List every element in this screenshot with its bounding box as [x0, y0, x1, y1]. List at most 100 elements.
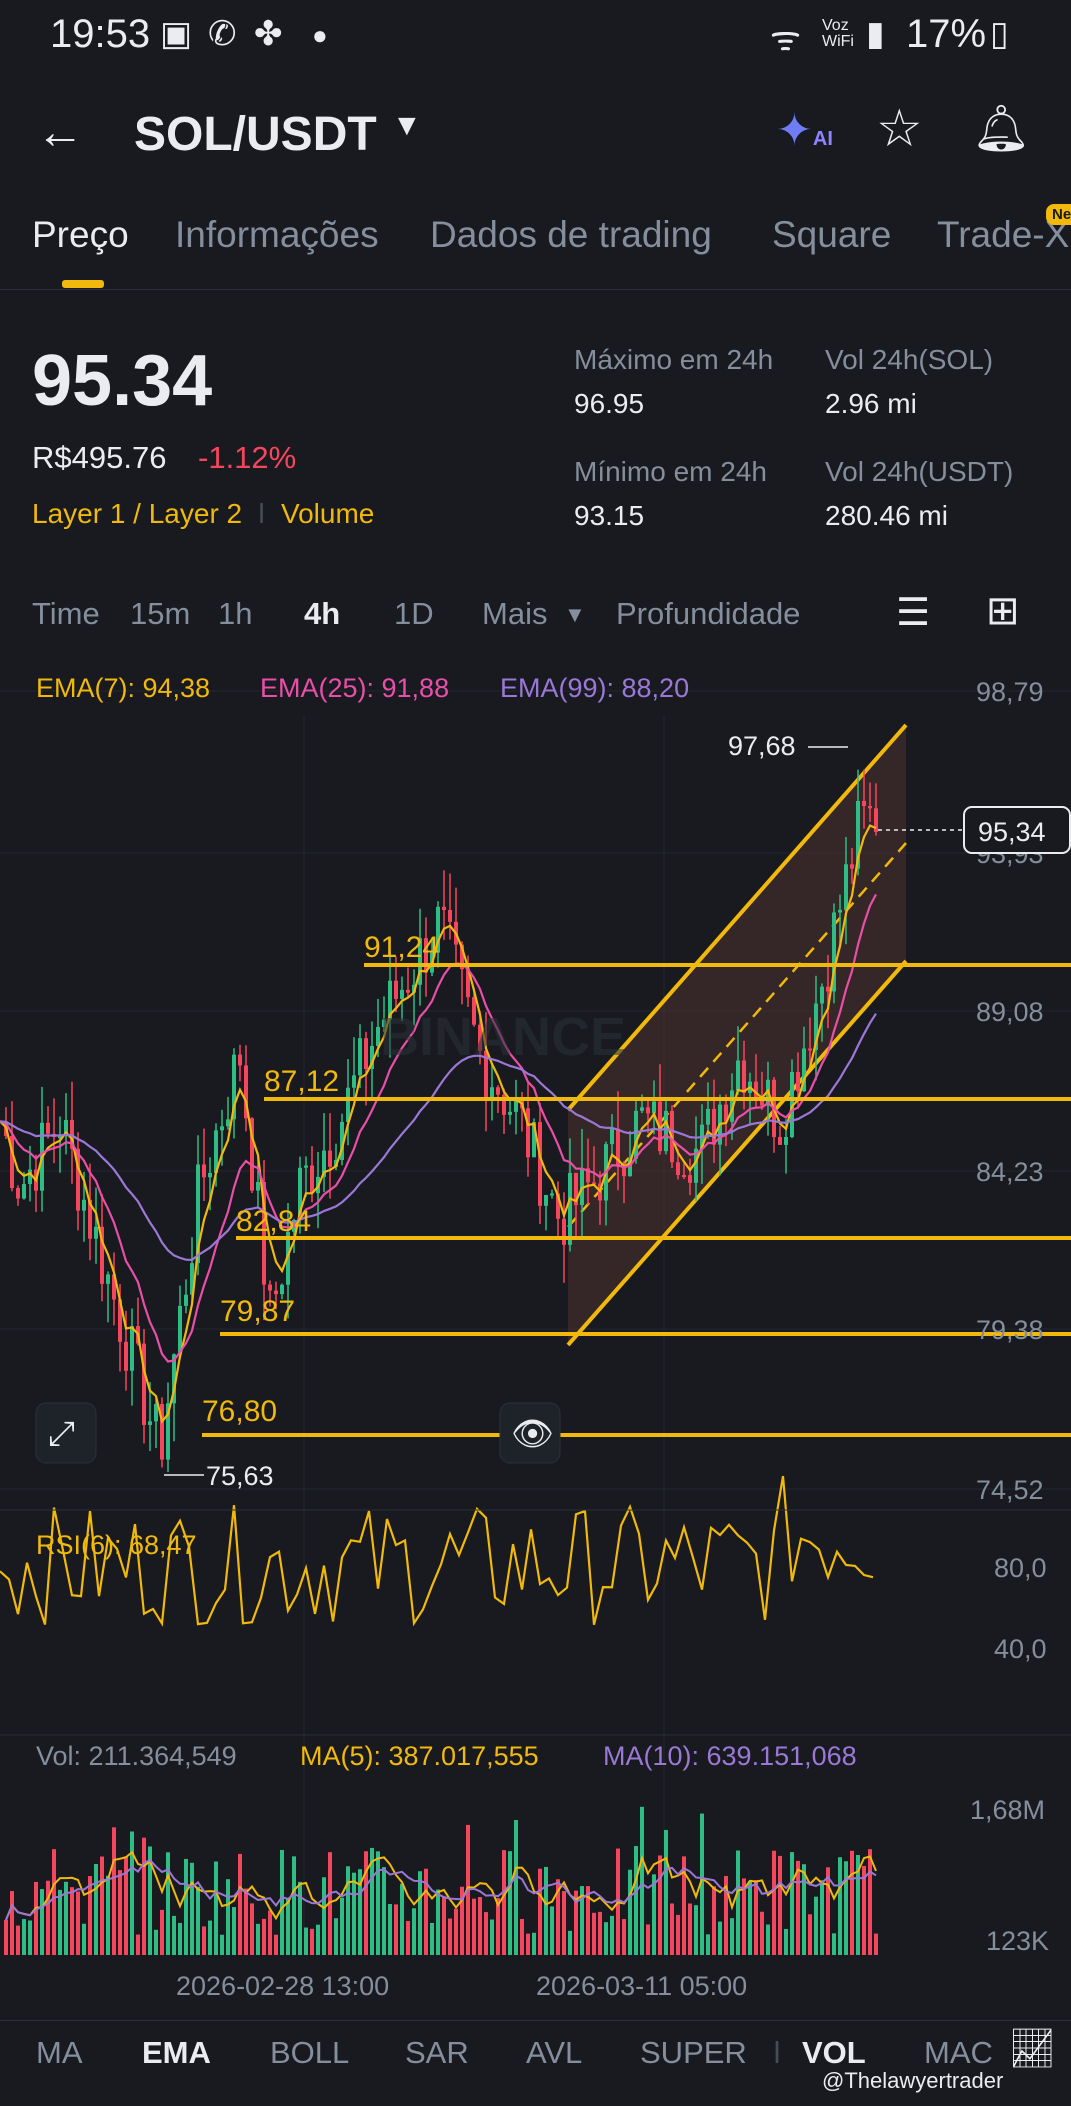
axis-label: 89,08 — [976, 997, 1044, 1027]
volume-bar — [850, 1850, 854, 1955]
candle-body — [256, 1181, 260, 1191]
tag-layer[interactable]: Layer 1 / Layer 2 — [32, 498, 242, 529]
interval-15m[interactable]: 15m — [130, 596, 190, 632]
candle-body — [706, 1108, 710, 1125]
chevron-down-icon[interactable]: ▼ — [392, 109, 422, 143]
indicator-avl[interactable]: AVL — [526, 2035, 582, 2071]
interval-mais[interactable]: Mais — [482, 596, 547, 632]
indicator-ema[interactable]: EMA — [142, 2035, 211, 2071]
interval-1d[interactable]: 1D — [394, 596, 434, 632]
expand-arrow-icon: ⤢ — [48, 1415, 75, 1453]
volume-bar — [346, 1866, 350, 1955]
volume-bar — [766, 1924, 770, 1955]
volume-bar — [88, 1876, 92, 1955]
candle-body — [742, 1060, 746, 1093]
favorite-star-icon[interactable]: ☆ — [876, 99, 923, 159]
volume-bar — [784, 1928, 788, 1955]
pair-title[interactable]: SOL/USDT — [134, 107, 377, 162]
volume-bar — [736, 1850, 740, 1955]
bell-icon[interactable]: 🔔︎ — [972, 101, 1030, 156]
indicator-mac[interactable]: MAC — [924, 2035, 993, 2071]
candle-body — [226, 1119, 230, 1127]
candle-body — [640, 1107, 644, 1111]
wifi-icon: ᯤ — [770, 20, 802, 58]
volume-bar — [136, 1934, 140, 1955]
volume-bar — [226, 1879, 230, 1955]
back-arrow-icon[interactable]: ← — [36, 105, 84, 160]
indicator-super[interactable]: SUPER — [640, 2035, 747, 2071]
current-price-label: 95,34 — [978, 817, 1046, 847]
chart-settings-icon[interactable]: ☰ — [896, 590, 930, 635]
volume-bar — [52, 1849, 56, 1955]
volume-bar — [502, 1850, 506, 1955]
interval-1h[interactable]: 1h — [218, 596, 252, 632]
tab-preco[interactable]: Preço — [32, 214, 129, 256]
tab-square[interactable]: Square — [772, 214, 891, 256]
ema7-label: EMA(7): 94,38 — [36, 673, 210, 703]
volume-bar — [868, 1849, 872, 1955]
fan-icon: ✤ — [254, 15, 283, 53]
volume-bar — [154, 1929, 158, 1955]
candle-body — [310, 1165, 314, 1194]
volume-bar — [562, 1891, 566, 1955]
header: ← SOL/USDT ▼ ✦AI ☆ 🔔︎ — [0, 95, 1071, 175]
vol-usdt-value: 280.46 mi — [825, 500, 948, 531]
time-label: 2026-03-11 05:00 — [536, 1971, 747, 2001]
volume-bar — [430, 1922, 434, 1955]
candle-body — [508, 1111, 512, 1115]
volume-bar — [862, 1865, 866, 1955]
volume-bar — [382, 1867, 386, 1955]
volume-bar — [772, 1850, 776, 1955]
indicator-boll[interactable]: BOLL — [270, 2035, 349, 2071]
volume-bar — [610, 1915, 614, 1955]
fiat-price: R$495.76 — [32, 440, 167, 475]
tab-dados-de-trading[interactable]: Dados de trading — [430, 214, 712, 256]
volume-bar — [532, 1932, 536, 1955]
volume-bar — [706, 1934, 710, 1955]
volume-bar — [376, 1851, 380, 1955]
candle-body — [106, 1274, 110, 1284]
volume-bar — [352, 1872, 356, 1955]
volume-bar — [760, 1911, 764, 1955]
tab-informacoes[interactable]: Informações — [175, 214, 379, 256]
volume-bar — [406, 1920, 410, 1955]
volume-bar — [268, 1910, 272, 1955]
interval-profundidade[interactable]: Profundidade — [616, 596, 800, 632]
candle-body — [760, 1100, 764, 1106]
volume-bar — [778, 1855, 782, 1955]
candle-body — [304, 1165, 308, 1168]
indicator-sar[interactable]: SAR — [405, 2035, 469, 2071]
volume-bar — [286, 1898, 290, 1955]
grid-layout-icon[interactable]: ⊞ — [986, 588, 1020, 634]
chevron-down-icon[interactable]: ▼ — [564, 602, 586, 628]
volume-bar — [844, 1861, 848, 1955]
ai-sparkle-icon[interactable]: ✦AI — [776, 105, 833, 156]
new-badge: New — [1046, 204, 1071, 225]
volume-bar — [322, 1877, 326, 1955]
candle-body — [28, 1169, 32, 1185]
volume-bar — [262, 1918, 266, 1955]
candle-body — [514, 1100, 518, 1112]
volume-bar — [70, 1887, 74, 1955]
volume-bar — [184, 1858, 188, 1955]
candle-body — [796, 1072, 800, 1092]
indicator-chart-icon[interactable]: 📈︎ — [1008, 2027, 1056, 2071]
volume-bar — [142, 1837, 146, 1955]
indicator-vol[interactable]: VOL — [802, 2035, 866, 2071]
candle-body — [568, 1172, 572, 1245]
axis-label: 79,38 — [976, 1315, 1044, 1345]
candle-body — [784, 1137, 788, 1145]
volume-bar — [832, 1933, 836, 1955]
volume-bar — [508, 1851, 512, 1955]
candle-body — [778, 1137, 782, 1145]
volume-bar — [520, 1919, 524, 1955]
candle-body — [202, 1164, 206, 1178]
indicator-ma[interactable]: MA — [36, 2035, 83, 2071]
kline-chart[interactable]: BINANCE EMA(7): 94,38 EMA(25): 91,88 EMA… — [0, 655, 1071, 2015]
interval-time[interactable]: Time — [32, 596, 100, 632]
rsi-axis-label: 80,0 — [994, 1553, 1047, 1583]
candle-body — [664, 1110, 668, 1152]
interval-4h[interactable]: 4h — [304, 596, 340, 632]
tag-volume[interactable]: Volume — [281, 498, 374, 529]
volume-bar — [418, 1871, 422, 1955]
